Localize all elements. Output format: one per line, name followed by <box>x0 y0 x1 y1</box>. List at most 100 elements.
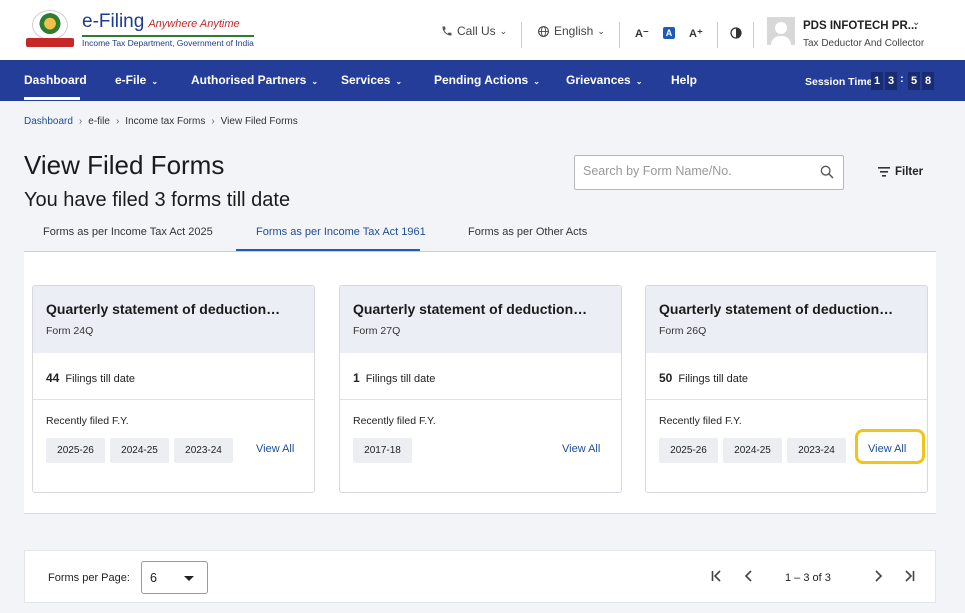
caret-down-icon <box>184 576 194 581</box>
page-subtitle: You have filed 3 forms till date <box>24 189 291 211</box>
breadcrumb-current: View Filed Forms <box>220 116 298 127</box>
font-normal-button[interactable]: A <box>663 27 675 39</box>
form-card: Quarterly statement of deduction… Form 2… <box>645 285 928 493</box>
first-page-icon[interactable] <box>710 569 724 583</box>
chevron-right-icon: › <box>78 116 83 127</box>
phone-icon <box>442 26 452 36</box>
breadcrumb-dashboard[interactable]: Dashboard <box>24 116 73 127</box>
session-digit: 3 <box>885 72 897 90</box>
chevron-down-icon: ⌄ <box>533 77 540 86</box>
per-page-label: Forms per Page: <box>48 572 130 584</box>
breadcrumb-efile[interactable]: e-file <box>88 116 110 127</box>
fy-chip[interactable]: 2025-26 <box>46 438 105 463</box>
card-form-number: Form 26Q <box>659 325 707 337</box>
nav-services[interactable]: Services ⌄ <box>341 73 402 87</box>
forms-panel: Quarterly statement of deduction… Form 2… <box>24 252 936 514</box>
main-nav: Dashboard e-File ⌄ Authorised Partners ⌄ S… <box>0 60 965 101</box>
breadcrumb-income-tax-forms[interactable]: Income tax Forms <box>125 116 205 127</box>
chevron-down-icon[interactable]: ⌄ <box>912 17 920 28</box>
nav-efile[interactable]: e-File ⌄ <box>115 73 158 87</box>
fy-chip[interactable]: 2017-18 <box>353 438 412 463</box>
search-input[interactable] <box>583 164 808 178</box>
session-digit: 1 <box>871 72 883 90</box>
nav-authorised-partners[interactable]: Authorised Partners ⌄ <box>191 73 318 87</box>
font-increase-button[interactable]: A⁺ <box>689 27 703 40</box>
nav-active-indicator <box>24 97 80 100</box>
call-us-label: Call Us <box>457 24 496 38</box>
fy-chip[interactable]: 2024-25 <box>723 438 782 463</box>
logo-tagline: Anywhere Anytime <box>148 18 240 30</box>
previous-page-icon[interactable] <box>742 569 756 583</box>
tab-act-2025[interactable]: Forms as per Income Tax Act 2025 <box>43 226 213 238</box>
chevron-down-icon: ⌄ <box>395 77 403 86</box>
font-decrease-button[interactable]: A⁻ <box>635 27 649 40</box>
efiling-logo[interactable]: e-Filing Anywhere Anytime Income Tax Depa… <box>24 10 254 50</box>
pagination-bar: Forms per Page: 6 1 – 3 of 3 <box>24 550 936 603</box>
form-card: Quarterly statement of deduction… Form 2… <box>339 285 622 493</box>
divider <box>619 22 620 48</box>
nav-pending-actions[interactable]: Pending Actions ⌄ <box>434 73 540 87</box>
user-role: Tax Deductor And Collector <box>803 38 925 49</box>
language-menu[interactable]: English ⌄ <box>537 24 605 38</box>
nav-dashboard[interactable]: Dashboard <box>24 73 87 87</box>
contrast-icon[interactable] <box>730 27 742 39</box>
filter-icon <box>878 167 890 177</box>
page-title: View Filed Forms <box>24 150 225 180</box>
chevron-right-icon: › <box>211 116 215 127</box>
filing-count: 1 Filings till date <box>340 353 621 400</box>
logo-subtitle: Income Tax Department, Government of Ind… <box>82 35 254 48</box>
next-page-icon[interactable] <box>871 569 885 583</box>
chevron-down-icon: ⌄ <box>499 25 508 36</box>
nav-help[interactable]: Help <box>671 73 697 87</box>
session-digit: 5 <box>908 72 920 90</box>
chevron-right-icon: › <box>115 116 120 127</box>
call-us-menu[interactable]: Call Us ⌄ <box>441 24 507 38</box>
filter-button[interactable]: Filter <box>878 166 923 178</box>
card-title: Quarterly statement of deduction… <box>353 301 588 317</box>
filing-count-label: Filings till date <box>678 373 749 385</box>
fy-chip[interactable]: 2024-25 <box>110 438 169 463</box>
per-page-select[interactable]: 6 <box>141 561 208 594</box>
filing-count-value: 50 <box>659 371 673 385</box>
divider <box>753 22 754 48</box>
per-page-value: 6 <box>150 571 157 585</box>
card-title: Quarterly statement of deduction… <box>46 301 281 317</box>
page-range: 1 – 3 of 3 <box>785 572 831 584</box>
avatar[interactable] <box>767 17 795 45</box>
tab-other-acts[interactable]: Forms as per Other Acts <box>468 226 587 238</box>
view-all-link[interactable]: View All <box>256 443 294 455</box>
logo-title: e-Filing Anywhere Anytime <box>82 11 240 32</box>
tab-bar: Forms as per Income Tax Act 2025 Forms a… <box>24 218 936 252</box>
divider <box>717 22 718 48</box>
language-label: English <box>554 24 594 38</box>
fy-chip[interactable]: 2025-26 <box>659 438 718 463</box>
filing-count-value: 1 <box>353 371 360 385</box>
session-time-label: Session Time <box>805 76 873 88</box>
user-name[interactable]: PDS INFOTECH PR... <box>803 20 917 32</box>
chevron-down-icon: ⌄ <box>151 77 159 86</box>
fy-chip[interactable]: 2023-24 <box>174 438 233 463</box>
tab-act-1961[interactable]: Forms as per Income Tax Act 1961 <box>256 226 426 238</box>
filter-label: Filter <box>895 166 924 178</box>
nav-grievances[interactable]: Grievances ⌄ <box>566 73 642 87</box>
last-page-icon[interactable] <box>902 569 916 583</box>
highlight-ring <box>855 429 925 464</box>
filing-count: 50 Filings till date <box>646 353 927 400</box>
search-icon[interactable] <box>819 164 835 180</box>
recent-fy-label: Recently filed F.Y. <box>46 415 129 427</box>
session-colon: : <box>900 73 904 85</box>
divider <box>521 22 522 48</box>
card-form-number: Form 24Q <box>46 325 94 337</box>
top-header: e-Filing Anywhere Anytime Income Tax Depa… <box>0 0 965 60</box>
card-form-number: Form 27Q <box>353 325 401 337</box>
view-all-link[interactable]: View All <box>562 443 600 455</box>
active-tab-indicator <box>236 249 420 251</box>
filing-count-value: 44 <box>46 371 60 385</box>
fy-chip[interactable]: 2023-24 <box>787 438 846 463</box>
filing-count-label: Filings till date <box>65 373 136 385</box>
recent-fy-label: Recently filed F.Y. <box>353 415 436 427</box>
filing-count: 44 Filings till date <box>33 353 314 400</box>
chevron-down-icon: ⌄ <box>311 77 319 86</box>
card-title: Quarterly statement of deduction… <box>659 301 894 317</box>
chevron-down-icon: ⌄ <box>597 25 605 36</box>
